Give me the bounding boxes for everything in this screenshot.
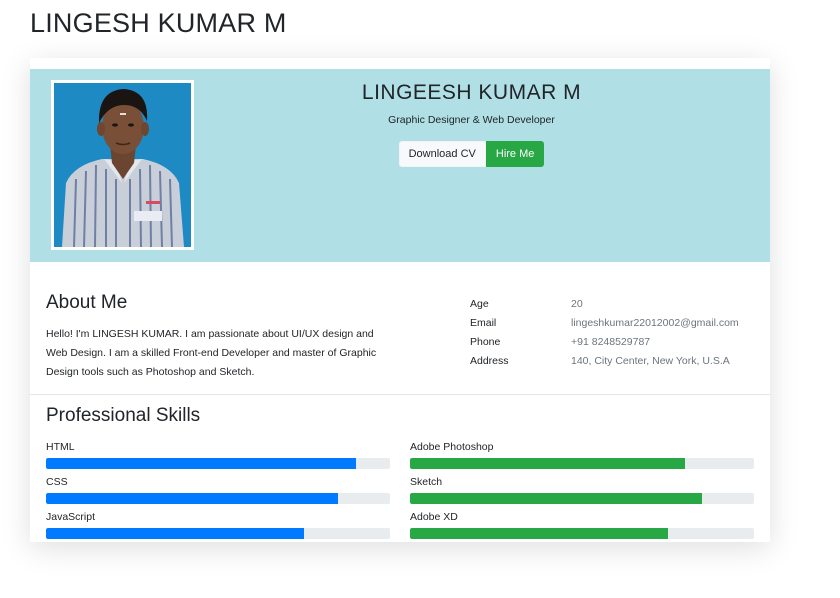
- skill-label: HTML: [46, 441, 75, 453]
- skill-adobe-xd: Adobe XD: [410, 510, 754, 539]
- profile-photo-image: [54, 83, 191, 247]
- info-row-age: Age 20: [470, 295, 739, 314]
- info-label: Age: [470, 298, 489, 310]
- info-row-address: Address 140, City Center, New York, U.S.…: [470, 352, 739, 371]
- page-title: LINGESH KUMAR M: [30, 8, 287, 38]
- skill-progress-bar: [410, 458, 686, 469]
- skill-javascript: JavaScript: [46, 510, 390, 539]
- profile-summary: LINGEESH KUMAR M Graphic Designer & Web …: [290, 81, 653, 167]
- profile-role: Graphic Designer & Web Developer: [388, 114, 555, 126]
- profile-actions: Download CV Hire Me: [398, 141, 545, 167]
- skill-label: Sketch: [410, 476, 443, 488]
- profile-photo: [51, 80, 194, 250]
- about-text: Hello! I'm LINGESH KUMAR. I am passionat…: [46, 328, 377, 378]
- info-label: Address: [470, 355, 509, 367]
- about-heading: About Me: [46, 292, 128, 313]
- skill-html: HTML: [46, 440, 390, 469]
- skill-progress-bar: [410, 493, 703, 504]
- skill-progress-track: [410, 458, 754, 469]
- card-top-strip: [30, 58, 770, 69]
- profile-header: LINGEESH KUMAR M Graphic Designer & Web …: [30, 69, 770, 262]
- info-label: Email: [470, 317, 497, 329]
- skill-progress-track: [46, 528, 390, 539]
- skill-progress-bar: [46, 458, 356, 469]
- info-value: 20: [571, 298, 583, 310]
- skill-progress-bar: [410, 528, 668, 539]
- info-value: lingeshkumar22012002@gmail.com: [571, 317, 739, 329]
- hire-me-button[interactable]: Hire Me: [485, 141, 545, 167]
- skills-heading: Professional Skills: [46, 405, 201, 426]
- skill-label: Adobe Photoshop: [410, 441, 494, 453]
- skill-progress-bar: [46, 493, 339, 504]
- info-label: Phone: [470, 336, 501, 348]
- skill-css: CSS: [46, 475, 390, 504]
- download-cv-button[interactable]: Download CV: [398, 141, 486, 167]
- skill-progress-track: [410, 493, 754, 504]
- profile-name: LINGEESH KUMAR M: [361, 81, 582, 104]
- skill-sketch: Sketch: [410, 475, 754, 504]
- info-list: Age 20 Email lingeshkumar22012002@gmail.…: [470, 295, 739, 371]
- skill-progress-track: [46, 493, 390, 504]
- skill-label: CSS: [46, 476, 68, 488]
- skill-label: Adobe XD: [410, 511, 458, 523]
- info-row-phone: Phone +91 8248529787: [470, 333, 739, 352]
- skill-progress-track: [46, 458, 390, 469]
- about-section: About Me Hello! I'm LINGESH KUMAR. I am …: [30, 262, 770, 395]
- info-value: 140, City Center, New York, U.S.A: [571, 355, 730, 367]
- info-value: +91 8248529787: [571, 336, 651, 348]
- skill-progress-bar: [46, 528, 304, 539]
- skill-progress-track: [410, 528, 754, 539]
- info-row-email: Email lingeshkumar22012002@gmail.com: [470, 314, 739, 333]
- skill-adobe-photoshop: Adobe Photoshop: [410, 440, 754, 469]
- skill-label: JavaScript: [46, 511, 96, 523]
- profile-card: LINGEESH KUMAR M Graphic Designer & Web …: [30, 58, 770, 542]
